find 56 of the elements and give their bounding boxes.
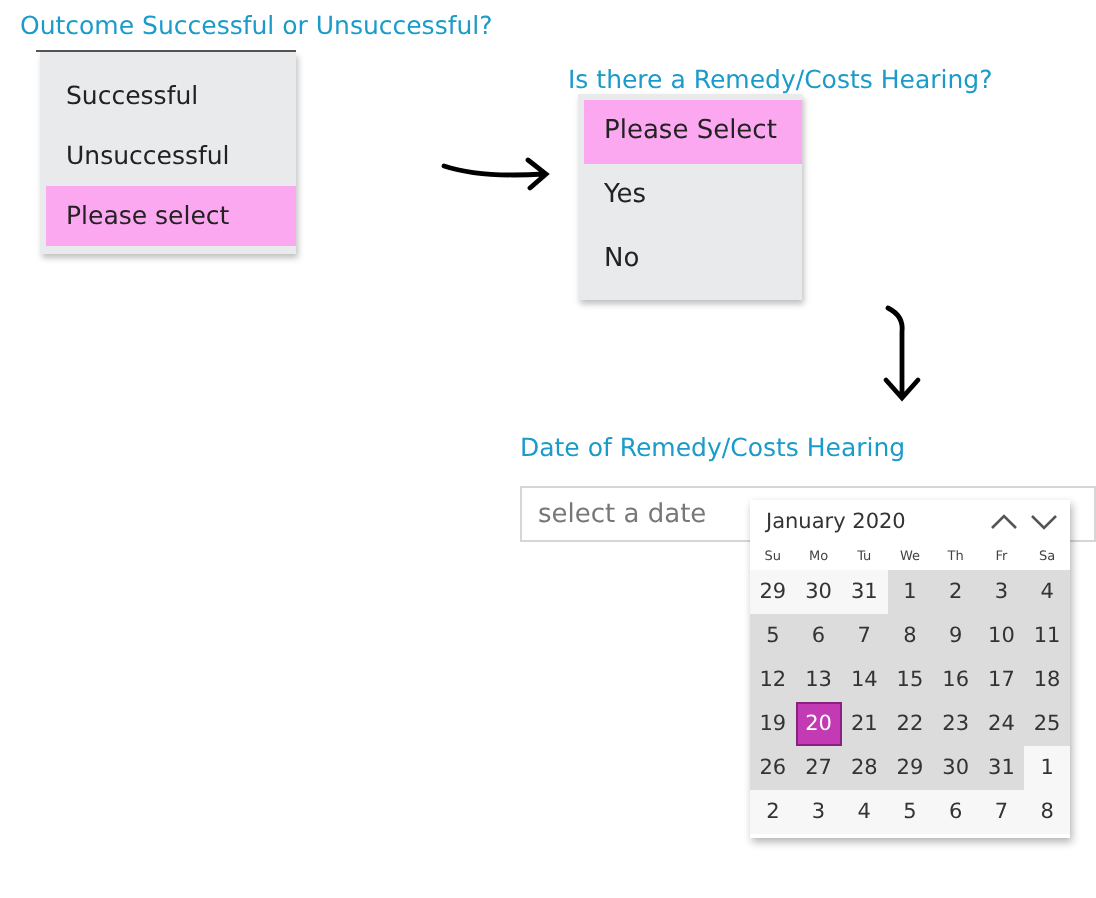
calendar-day[interactable]: 8 bbox=[1024, 790, 1070, 834]
calendar-day[interactable]: 11 bbox=[1024, 614, 1070, 658]
calendar-day[interactable]: 29 bbox=[887, 746, 933, 790]
calendar-day[interactable]: 3 bbox=[795, 790, 842, 834]
calendar-day[interactable]: 5 bbox=[750, 614, 796, 658]
calendar-day[interactable]: 28 bbox=[841, 746, 888, 790]
calendar-day[interactable]: 30 bbox=[795, 570, 842, 614]
calendar-day[interactable]: 15 bbox=[887, 658, 933, 702]
calendar-day[interactable]: 6 bbox=[795, 614, 842, 658]
calendar-day[interactable]: 24 bbox=[978, 702, 1025, 746]
dropdown-option[interactable]: No bbox=[584, 228, 802, 292]
calendar-day[interactable]: 20 bbox=[795, 702, 842, 746]
calendar-day[interactable]: 12 bbox=[750, 658, 796, 702]
calendar-day[interactable]: 26 bbox=[750, 746, 796, 790]
calendar-day[interactable]: 6 bbox=[932, 790, 979, 834]
calendar-day[interactable]: 25 bbox=[1024, 702, 1070, 746]
calendar-day[interactable]: 8 bbox=[887, 614, 933, 658]
calendar-day[interactable]: 5 bbox=[887, 790, 933, 834]
calendar-day[interactable]: 1 bbox=[887, 570, 933, 614]
dropdown-option[interactable]: Please Select bbox=[584, 100, 802, 164]
calendar-day[interactable]: 29 bbox=[750, 570, 796, 614]
chevron-up-icon[interactable] bbox=[990, 512, 1018, 532]
calendar-day[interactable]: 4 bbox=[841, 790, 888, 834]
dropdown-option[interactable]: Unsuccessful bbox=[46, 126, 296, 186]
calendar-day[interactable]: 16 bbox=[932, 658, 979, 702]
calendar-day[interactable]: 14 bbox=[841, 658, 888, 702]
calendar-day[interactable]: 2 bbox=[750, 790, 796, 834]
calendar-day[interactable]: 1 bbox=[1024, 746, 1070, 790]
field-label: Outcome Successful or Unsuccessful? bbox=[20, 10, 495, 40]
calendar-day[interactable]: 13 bbox=[795, 658, 842, 702]
field-label: Date of Remedy/Costs Hearing bbox=[520, 432, 908, 462]
arrow-icon bbox=[880, 304, 924, 404]
calendar-day[interactable]: 17 bbox=[978, 658, 1025, 702]
month-title: January 2020 bbox=[766, 510, 908, 534]
calendar-day[interactable]: 3 bbox=[978, 570, 1025, 614]
calendar-day[interactable]: 22 bbox=[887, 702, 933, 746]
field-label: Is there a Remedy/Costs Hearing? bbox=[568, 64, 993, 94]
dropdown-option[interactable]: Please select bbox=[46, 186, 296, 246]
calendar-day[interactable]: 7 bbox=[841, 614, 888, 658]
calendar-day[interactable]: 7 bbox=[978, 790, 1025, 834]
calendar-day[interactable]: 18 bbox=[1024, 658, 1070, 702]
calendar-day[interactable]: 30 bbox=[932, 746, 979, 790]
arrow-icon bbox=[440, 152, 552, 192]
calendar-day[interactable]: 10 bbox=[978, 614, 1025, 658]
chevron-down-icon[interactable] bbox=[1030, 512, 1058, 532]
calendar-day[interactable]: 2 bbox=[932, 570, 979, 614]
calendar-day[interactable]: 23 bbox=[932, 702, 979, 746]
calendar-day[interactable]: 31 bbox=[841, 570, 888, 614]
calendar-day[interactable]: 31 bbox=[978, 746, 1025, 790]
calendar-day[interactable]: 4 bbox=[1024, 570, 1070, 614]
dropdown-option[interactable]: Successful bbox=[46, 66, 296, 126]
dropdown-option[interactable]: Yes bbox=[584, 164, 802, 228]
calendar-day[interactable]: 27 bbox=[795, 746, 842, 790]
calendar-day[interactable]: 19 bbox=[750, 702, 796, 746]
calendar-day[interactable]: 21 bbox=[841, 702, 888, 746]
calendar-day[interactable]: 9 bbox=[932, 614, 979, 658]
